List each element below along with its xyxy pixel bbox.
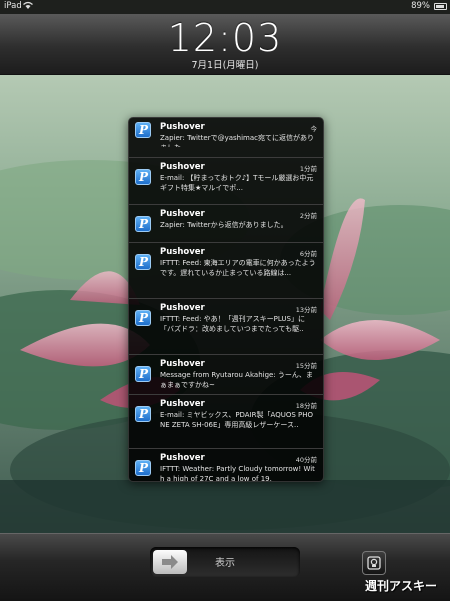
notification-item[interactable]: Pushover 40分前 IFTTT: Weather: Partly Clo… [129, 448, 323, 482]
carrier-label: iPad [4, 1, 22, 11]
lock-time: 12:03 [167, 16, 283, 60]
notification-time: 18分前 [295, 402, 317, 410]
notification-list: Pushover 今 Zapier: Twitterで@yashimac宛てに返… [128, 117, 324, 482]
camera-button[interactable] [362, 551, 386, 575]
pushover-app-icon [135, 216, 151, 232]
notification-time: 1分前 [299, 165, 317, 173]
notification-time: 2分前 [299, 212, 317, 220]
pushover-app-icon [135, 366, 151, 382]
notification-time: 13分前 [295, 306, 317, 314]
notification-item[interactable]: Pushover 1分前 E-mail: 【貯まっておトク♪】Tモール厳選お中元… [129, 157, 323, 209]
pushover-app-icon [135, 254, 151, 270]
notification-app-name: Pushover [160, 247, 205, 257]
arrow-right-icon [162, 555, 178, 569]
status-bar: iPad 89% [0, 0, 450, 14]
slide-to-view-label: 表示 [215, 558, 235, 569]
battery-percent: 89% [411, 1, 430, 11]
notification-time: 40分前 [295, 456, 317, 464]
notification-message: E-mail: ミヤビックス、PDAIR製「AQUOS PHONE ZETA S… [160, 411, 313, 429]
notification-item[interactable]: Pushover 18分前 E-mail: ミヤビックス、PDAIR製「AQUO… [129, 394, 323, 446]
notification-item[interactable]: Pushover 6分前 IFTTT: Feed: 東海エリアの電車に何かあった… [129, 242, 323, 294]
notification-app-name: Pushover [160, 122, 205, 132]
lock-clock-bar: 12:03 7月1日(月曜日) [0, 14, 450, 75]
notification-app-name: Pushover [160, 359, 205, 369]
camera-icon [367, 556, 381, 570]
notification-time: 今 [310, 125, 318, 133]
notification-message: IFTTT: Weather: Partly Cloudy tomorrow! … [160, 465, 315, 482]
notification-item[interactable]: Pushover 13分前 IFTTT: Feed: やあ！「週刊アスキーPLU… [129, 298, 323, 350]
notification-app-name: Pushover [160, 453, 205, 463]
pushover-app-icon [135, 169, 151, 185]
notification-message: IFTTT: Feed: やあ！「週刊アスキーPLUS」に「バズドラ：改めまして… [160, 315, 305, 333]
pushover-app-icon [135, 122, 151, 138]
notification-app-name: Pushover [160, 303, 205, 313]
notification-app-name: Pushover [160, 399, 205, 409]
notification-app-name: Pushover [160, 162, 205, 172]
pushover-app-icon [135, 460, 151, 476]
publisher-watermark: 週刊アスキー [365, 579, 438, 593]
notification-item[interactable]: Pushover 今 Zapier: Twitterで@yashimac宛てに返… [129, 118, 323, 148]
notification-message: Message from Ryutarou Akahige: うーん、まぁまぁで… [160, 371, 313, 389]
lock-date: 7月1日(月曜日) [191, 60, 259, 71]
pushover-app-icon [135, 406, 151, 422]
battery-icon [434, 3, 447, 10]
wifi-icon [23, 1, 33, 13]
pushover-app-icon [135, 310, 151, 326]
notification-message: Zapier: Twitterから返信がありました。 [160, 221, 288, 229]
notification-message: E-mail: 【貯まっておトク♪】Tモール厳選お中元ギフト特集★マルイでポ..… [160, 174, 314, 192]
notification-time: 6分前 [299, 250, 317, 258]
notification-message: IFTTT: Feed: 東海エリアの電車に何かあったようです。遅れているか止ま… [160, 259, 316, 277]
unlock-slider-knob[interactable] [153, 550, 187, 574]
notification-message: Zapier: Twitterで@yashimac宛てに返信がありました。 [160, 134, 314, 147]
notification-app-name: Pushover [160, 209, 205, 219]
notification-time: 15分前 [295, 362, 317, 370]
